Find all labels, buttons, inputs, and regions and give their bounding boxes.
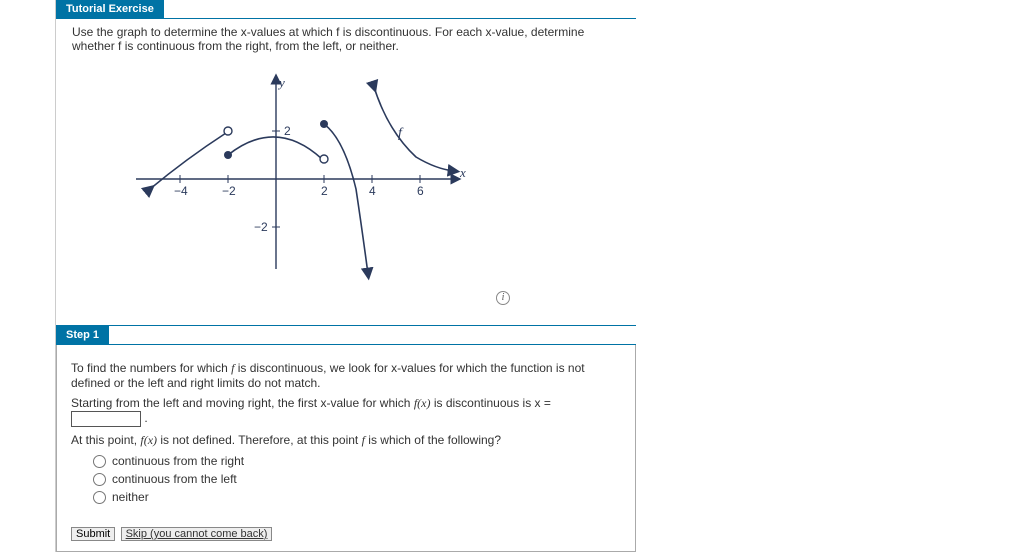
xtick-4: 4 [369, 184, 376, 198]
info-icon[interactable]: i [496, 291, 510, 305]
p2-b: is discontinuous is x = [430, 396, 550, 410]
option-neither-label: neither [112, 490, 149, 504]
ytick-2: 2 [284, 124, 291, 138]
step1-p3: At this point, f(x) is not defined. Ther… [71, 433, 621, 448]
function-label: f [398, 126, 404, 141]
radio-right[interactable] [93, 455, 106, 468]
p3-c: is which of the following? [365, 433, 501, 447]
graph-figure: −4 −2 2 4 6 2 −2 y x [56, 59, 1024, 325]
step1-box: To find the numbers for which f is disco… [56, 345, 636, 552]
fx-sym-2: f(x) [140, 433, 157, 447]
p2-c: . [144, 411, 147, 425]
option-right-label: continuous from the right [112, 454, 244, 468]
p1-a: To find the numbers for which [71, 361, 231, 375]
p3-b: is not defined. Therefore, at this point [157, 433, 362, 447]
instructions-text: Use the graph to determine the x-values … [56, 19, 616, 59]
tutorial-heading-row: Tutorial Exercise [56, 0, 636, 19]
fx-sym-1: f(x) [414, 396, 431, 410]
p2-a: Starting from the left and moving right,… [71, 396, 414, 410]
xtick-6: 6 [417, 184, 424, 198]
tutorial-heading: Tutorial Exercise [56, 0, 164, 18]
xtick--4: −4 [174, 184, 188, 198]
submit-button[interactable]: Submit [71, 527, 115, 541]
xtick-2: 2 [321, 184, 328, 198]
x-axis-label: x [459, 165, 466, 180]
x-value-input[interactable] [71, 411, 141, 427]
left-gutter [0, 0, 56, 552]
xtick--2: −2 [222, 184, 236, 198]
option-neither[interactable]: neither [93, 490, 621, 504]
skip-button[interactable]: Skip (you cannot come back) [121, 527, 273, 541]
radio-neither[interactable] [93, 491, 106, 504]
step1-p2: Starting from the left and moving right,… [71, 396, 621, 427]
graph-svg: −4 −2 2 4 6 2 −2 y x [116, 69, 476, 289]
button-row: Submit Skip (you cannot come back) [71, 526, 621, 541]
option-right[interactable]: continuous from the right [93, 454, 621, 468]
open-pt-2-1 [320, 155, 328, 163]
option-left[interactable]: continuous from the left [93, 472, 621, 486]
step1-heading: Step 1 [56, 326, 109, 344]
ytick--2: −2 [254, 220, 268, 234]
step1-heading-row: Step 1 [56, 325, 636, 345]
option-left-label: continuous from the left [112, 472, 237, 486]
p3-a: At this point, [71, 433, 140, 447]
y-axis-label: y [277, 75, 285, 90]
main-content: Tutorial Exercise Use the graph to deter… [56, 0, 1024, 552]
open-pt--2-2 [224, 127, 232, 135]
radio-left[interactable] [93, 473, 106, 486]
step1-p1: To find the numbers for which f is disco… [71, 361, 621, 390]
